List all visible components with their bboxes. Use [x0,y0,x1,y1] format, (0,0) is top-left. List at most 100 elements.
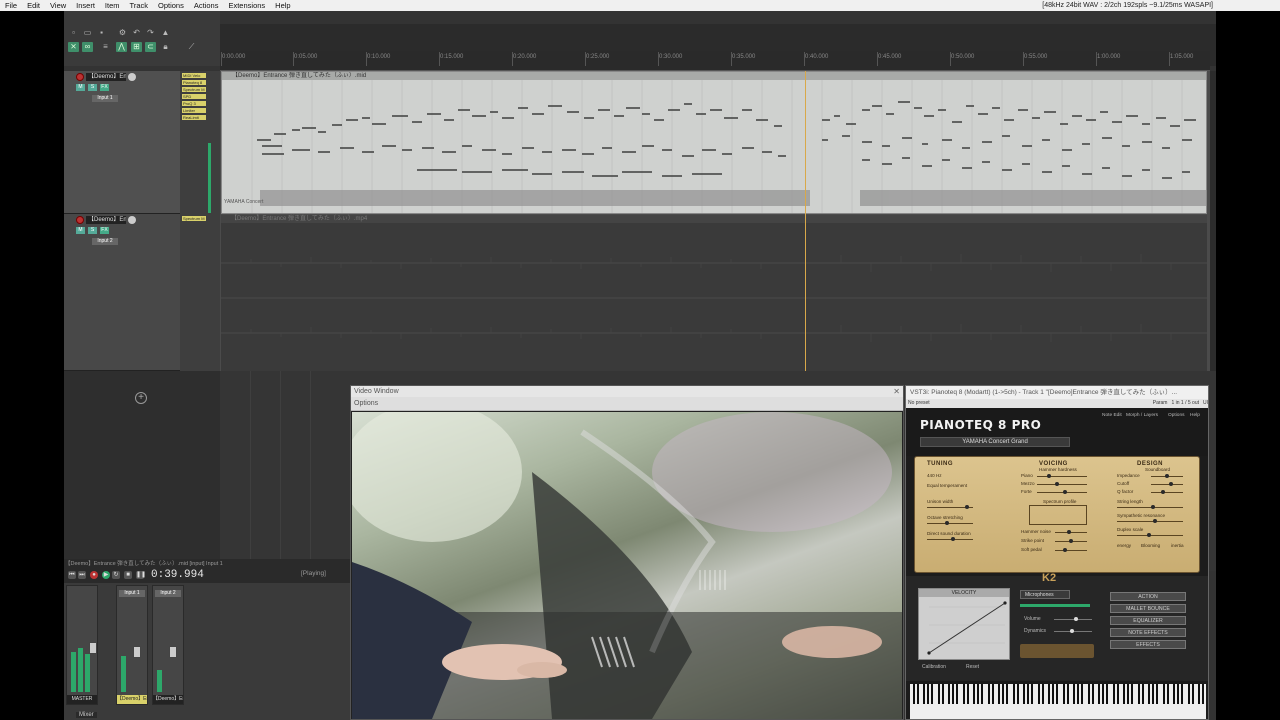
add-track-icon[interactable]: + [135,392,147,404]
menu-insert[interactable]: Insert [71,0,100,11]
microphones-select[interactable]: Microphones [1020,590,1070,599]
input-select[interactable]: Input 1 [92,95,118,102]
mallet-bounce-button[interactable]: MALLET BOUNCE [1110,604,1186,613]
sympathetic-resonance-slider[interactable] [1117,519,1183,523]
strip-1-fader[interactable] [133,646,141,658]
input-select[interactable]: Input 2 [92,238,118,245]
mute-button[interactable]: M [76,227,85,234]
record-arm-button[interactable] [76,216,84,224]
instrument-preset[interactable]: YAMAHA Concert Grand [920,437,1070,447]
fx-button[interactable]: FX [100,227,109,234]
strip-2-name[interactable]: 【Deemo】Ent [153,695,183,704]
calibration-button[interactable]: Calibration [922,664,946,670]
item-grouping-icon[interactable]: ⊂ [145,42,156,52]
fx-slot[interactable]: MIDI Velo [182,73,206,78]
track-2-header[interactable]: 【Deemo】Entr M S FX Input 2 [64,214,180,371]
mezzo-slider[interactable] [1037,482,1087,486]
record-arm-button[interactable] [76,73,84,81]
reset-button[interactable]: Reset [966,664,979,670]
volume-knob[interactable] [128,73,136,81]
tab-note-edit[interactable]: Note Edit [1102,413,1122,418]
volume-slider[interactable] [1054,617,1092,621]
video-window-title[interactable]: Video Window [351,386,903,397]
impedance-slider[interactable] [1151,474,1183,478]
menu-item[interactable]: Item [100,0,125,11]
tab-help[interactable]: Help [1190,413,1200,418]
fx-button[interactable]: FX [100,84,109,91]
midi-item[interactable]: 【Deemo】Entrance 弾き直してみた（ふぃ）.mid YAMAHA C… [221,71,1207,214]
cursor-tool-icon[interactable]: ⟋ [186,42,197,52]
velocity-curve-box[interactable]: VELOCITY [918,588,1010,660]
action-button[interactable]: ACTION [1110,592,1186,601]
menu-extensions[interactable]: Extensions [223,0,270,11]
forte-slider[interactable] [1037,490,1087,494]
volume-knob[interactable] [128,216,136,224]
spectrum-profile-sliders[interactable] [1029,505,1087,525]
ui-button[interactable]: UI [1203,399,1208,408]
equalizer-button[interactable]: EQUALIZER [1110,616,1186,625]
master-fader[interactable] [89,642,97,654]
undo-icon[interactable]: ↶ [131,28,142,38]
strip-2-fader[interactable] [169,646,177,658]
tab-options[interactable]: Options [1168,413,1185,418]
soft-pedal-slider[interactable] [1055,548,1087,552]
octave-stretching-slider[interactable] [927,521,973,525]
snap-toggle-icon[interactable]: ∞ [82,42,93,52]
piano-slider[interactable] [1037,474,1087,478]
string-length-slider[interactable] [1117,505,1183,509]
grid-toggle-icon[interactable]: ⨯ [68,42,79,52]
plugin-window-title[interactable]: VST3i: Pianoteq 8 (Modartt) (1->5ch) - T… [906,386,1208,399]
strike-point-slider[interactable] [1055,539,1087,543]
effects-button[interactable]: EFFECTS [1110,640,1186,649]
stop-button[interactable]: ■ [124,571,132,579]
temperament[interactable]: Equal temperament [927,483,967,488]
metronome-icon[interactable]: ▲ [160,28,171,38]
input-label[interactable]: Input 2 [155,590,181,597]
io-button[interactable]: 1 in 1 / 5 out [1171,399,1199,408]
arrange-view[interactable]: 【Deemo】Entrance 弾き直してみた（ふぃ）.mid YAMAHA C… [220,71,1210,371]
mixer-tab[interactable]: Mixer [76,712,97,718]
auto-crossfade-icon[interactable]: ⋀ [116,42,127,52]
video-options-menu[interactable]: Options [351,397,903,411]
preset-select[interactable]: No preset [908,399,930,408]
menu-file[interactable]: File [0,0,22,11]
unison-width-slider[interactable] [927,505,973,509]
repeat-button[interactable]: ↻ [112,571,120,579]
duplex-scale-slider[interactable] [1117,533,1183,537]
mute-button[interactable]: M [76,84,85,91]
param-button[interactable]: Param [1153,399,1168,408]
track-name[interactable]: 【Deemo】Entr [86,73,126,81]
fx-slot[interactable]: ReaLimit [182,115,206,120]
redo-icon[interactable]: ↷ [145,28,156,38]
piano-keyboard[interactable] [910,684,1206,719]
fx-slot[interactable]: Limiter [182,108,206,113]
menu-actions[interactable]: Actions [189,0,224,11]
record-button[interactable]: ● [90,571,98,579]
settings-icon[interactable]: ⚙ [117,28,128,38]
fx-slot[interactable]: Spectrum M [182,87,206,92]
menu-edit[interactable]: Edit [22,0,45,11]
fx-slot[interactable]: ProQ 3 [182,101,206,106]
fx-slot[interactable]: SPD [182,94,206,99]
go-end-button[interactable]: ⏭ [78,571,86,579]
tuning-frequency[interactable]: 440 Hz [927,473,942,478]
tab-morph-layers[interactable]: Morph / Layers [1126,413,1158,418]
go-start-button[interactable]: ⏮ [68,571,76,579]
pause-button[interactable]: ❚❚ [136,571,146,579]
solo-button[interactable]: S [88,84,97,91]
ripple-edit-icon[interactable]: ≡ [100,42,111,52]
new-project-icon[interactable]: ▫ [68,28,79,38]
fx-slot[interactable]: Spectrum M [182,216,206,221]
cutoff-slider[interactable] [1151,482,1183,486]
direct-sound-slider[interactable] [927,537,973,541]
track-1-header[interactable]: 【Deemo】Entr M S FX Input 1 [64,71,180,214]
vertical-scrollbar[interactable] [1210,71,1216,371]
menu-track[interactable]: Track [125,0,153,11]
play-button[interactable]: ▶ [102,571,110,579]
dynamics-slider[interactable] [1054,629,1092,633]
note-effects-button[interactable]: NOTE EFFECTS [1110,628,1186,637]
open-project-icon[interactable]: ▭ [82,28,93,38]
fx-slot[interactable]: Pianoteq 8 [182,80,206,85]
envelope-icon[interactable]: ⊞ [131,42,142,52]
menu-options[interactable]: Options [153,0,189,11]
